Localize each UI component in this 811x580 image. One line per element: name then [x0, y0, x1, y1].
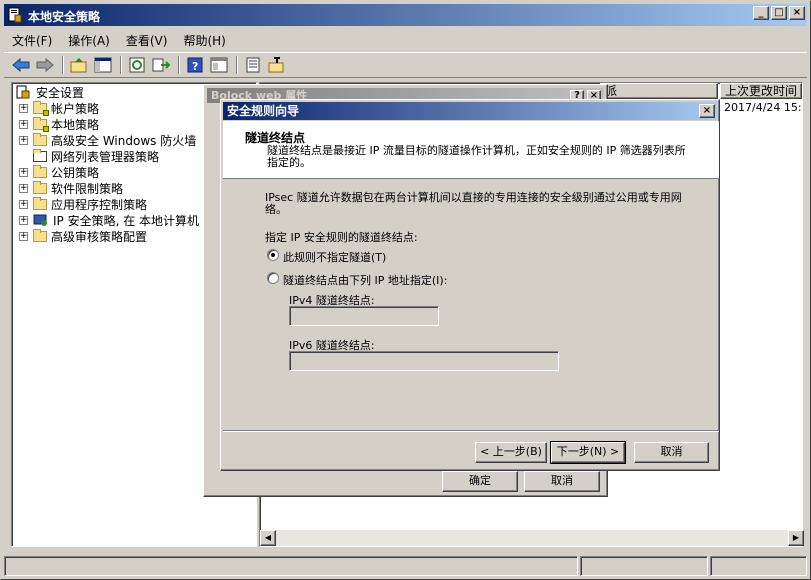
menu-action[interactable]: 操作(A): [60, 30, 118, 51]
wizard-close-icon[interactable]: ×: [699, 104, 715, 118]
folder-icon: [33, 132, 47, 146]
tree-item[interactable]: + 高级安全 Windows 防火墙: [19, 132, 196, 148]
show-hide-tree-icon[interactable]: [92, 54, 114, 76]
maximize-button[interactable]: □: [771, 6, 787, 20]
tree-item[interactable]: + 高级审核策略配置: [19, 228, 147, 244]
tree-item[interactable]: + 公钥策略: [19, 164, 99, 180]
tree-item-label: 帐户策略: [51, 101, 100, 116]
wizard-title: 安全规则向导: [227, 104, 300, 118]
toolbar-separator: [62, 56, 64, 74]
svg-text:?: ?: [192, 60, 198, 73]
radio-no-tunnel-label[interactable]: 此规则不指定隧道(T): [283, 249, 386, 265]
folder-icon: [33, 228, 47, 242]
next-button[interactable]: 下一步(N) >: [550, 441, 626, 464]
menu-help[interactable]: 帮助(H): [175, 30, 233, 51]
radio-ip-tunnel-label[interactable]: 隧道终结点由下列 IP 地址指定(I):: [283, 272, 447, 288]
wizard-header-description: 隧道终结点是最接近 IP 流量目标的隧道操作计算机，正如安全规则的 IP 筛选器…: [267, 144, 686, 169]
list-cell-modified: 2017/4/24 15:: [724, 101, 802, 114]
window-title: 本地安全策略: [28, 10, 101, 24]
horizontal-scrollbar[interactable]: ◀ ▶: [260, 530, 804, 546]
back-arrow-icon[interactable]: [10, 54, 32, 76]
status-cell-3: [710, 556, 807, 576]
expand-icon[interactable]: +: [19, 215, 28, 225]
toolbar-separator: [178, 56, 180, 74]
radio-no-tunnel[interactable]: [267, 249, 279, 261]
tree-item[interactable]: + 软件限制策略: [19, 180, 123, 196]
import-export-icon[interactable]: [266, 54, 288, 76]
security-rule-wizard: 安全规则向导 × 隧道终结点 隧道终结点是最接近 IP 流量目标的隧道操作计算机…: [220, 99, 720, 471]
ipv4-endpoint-field[interactable]: [289, 306, 439, 326]
column-header-last-modified[interactable]: 上次更改时间: [720, 83, 802, 99]
tree-item-label: 高级审核策略配置: [51, 229, 148, 244]
toolbar-separator: [120, 56, 122, 74]
properties-icon[interactable]: [242, 54, 264, 76]
minimize-button[interactable]: _: [753, 6, 769, 20]
ipv6-endpoint-field[interactable]: [289, 351, 559, 371]
wizard-body-description: IPsec 隧道允许数据包在两台计算机间以直接的专用连接的安全级别通过公用或专用…: [265, 191, 682, 216]
toolbar: ?: [4, 52, 807, 78]
radio-ip-tunnel[interactable]: [267, 272, 279, 284]
tree-item[interactable]: 网络列表管理器策略: [33, 148, 159, 164]
props-ok-button[interactable]: 确定: [442, 471, 518, 492]
network-list-icon: [33, 148, 47, 162]
help-icon[interactable]: ?: [184, 54, 206, 76]
tree-item[interactable]: + IP 安全策略, 在 本地计算机: [19, 212, 199, 228]
wizard-title-bar: 安全规则向导 ×: [223, 102, 717, 120]
status-cell-main: [4, 556, 578, 576]
tree-item-label: 网络列表管理器策略: [51, 149, 160, 164]
scroll-left-icon[interactable]: ◀: [260, 530, 276, 546]
status-bar: [4, 556, 807, 576]
expand-icon[interactable]: +: [19, 135, 28, 145]
back-button[interactable]: < 上一步(B): [475, 442, 547, 463]
console-icon[interactable]: [208, 54, 230, 76]
expand-icon[interactable]: +: [19, 231, 28, 241]
tree-item-label: 软件限制策略: [51, 181, 124, 196]
wizard-cancel-button[interactable]: 取消: [634, 442, 709, 463]
tree-root-security-settings[interactable]: 安全设置: [16, 84, 84, 100]
wizard-separator: [223, 430, 719, 432]
tree-root-label: 安全设置: [36, 85, 85, 100]
folder-icon: [33, 116, 49, 132]
tree-item[interactable]: + 本地策略: [19, 116, 99, 132]
tunnel-group-label: 指定 IP 安全规则的隧道终结点:: [265, 231, 418, 244]
toolbar-separator: [236, 56, 238, 74]
title-bar: 本地安全策略 _ □ ×: [4, 4, 807, 26]
tree-item-label: 本地策略: [51, 117, 100, 132]
folder-icon: [33, 100, 49, 116]
security-settings-icon: [16, 85, 30, 99]
menu-view[interactable]: 查看(V): [118, 30, 176, 51]
wizard-header: 隧道终结点 隧道终结点是最接近 IP 流量目标的隧道操作计算机，正如安全规则的 …: [223, 121, 719, 179]
close-button[interactable]: ×: [789, 6, 805, 20]
expand-icon[interactable]: +: [19, 199, 28, 209]
folder-icon: [33, 196, 47, 210]
menu-bar: 文件(F) 操作(A) 查看(V) 帮助(H): [4, 29, 807, 51]
tree-item[interactable]: + 应用程序控制策略: [19, 196, 147, 212]
ip-security-policy-icon: [33, 214, 47, 226]
up-folder-icon[interactable]: [68, 54, 90, 76]
export-list-icon[interactable]: [150, 54, 172, 76]
tree-item[interactable]: + 帐户策略: [19, 100, 99, 116]
folder-icon: [33, 164, 47, 178]
refresh-icon[interactable]: [126, 54, 148, 76]
status-cell-2: [580, 556, 708, 576]
tree-item-label: 高级安全 Windows 防火墙: [51, 133, 197, 148]
expand-icon[interactable]: +: [19, 183, 28, 193]
forward-arrow-icon[interactable]: [34, 54, 56, 76]
scroll-right-icon[interactable]: ▶: [788, 530, 804, 546]
expand-icon[interactable]: +: [19, 103, 28, 113]
menu-file[interactable]: 文件(F): [4, 30, 60, 51]
folder-icon: [33, 180, 47, 194]
expand-icon[interactable]: +: [19, 167, 28, 177]
column-header-policy[interactable]: 派: [600, 83, 718, 99]
tree-item-label: IP 安全策略, 在 本地计算机: [53, 213, 200, 228]
props-cancel-button[interactable]: 取消: [524, 471, 600, 492]
expand-icon[interactable]: +: [19, 119, 28, 129]
tree-item-label: 应用程序控制策略: [51, 197, 148, 212]
tree-item-label: 公钥策略: [51, 165, 100, 180]
security-policy-app-icon: [8, 7, 22, 23]
